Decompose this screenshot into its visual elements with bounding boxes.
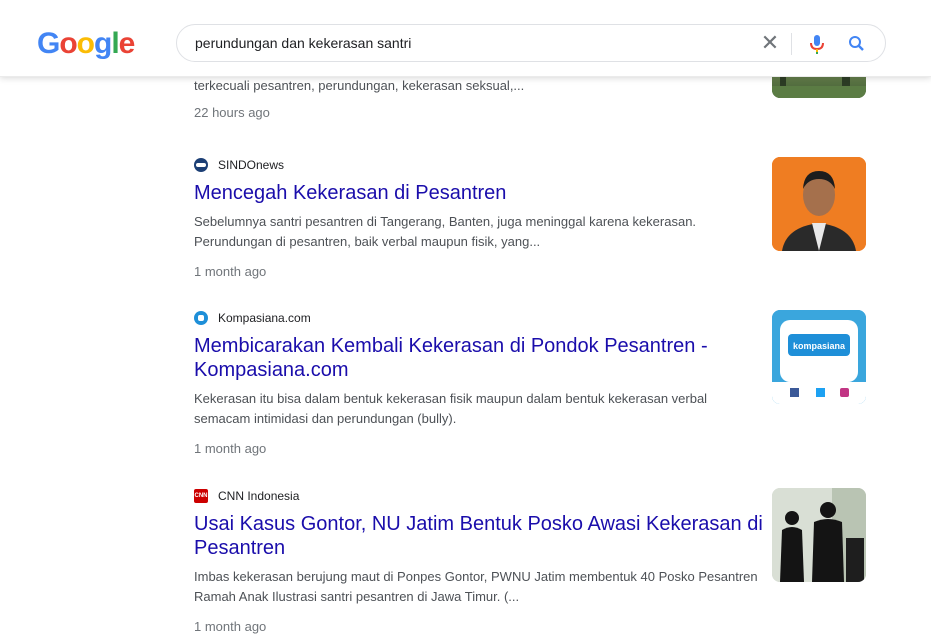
- result-time: 1 month ago: [194, 441, 267, 456]
- result-thumbnail[interactable]: kompasiana: [772, 310, 866, 404]
- search-icon[interactable]: [847, 33, 867, 55]
- result-title-link[interactable]: Membicarakan Kembali Kekerasan di Pondok…: [194, 334, 764, 382]
- result-snippet: Sebelumnya santri pesantren di Tangerang…: [194, 214, 697, 249]
- search-result: CNN CNN Indonesia Usai Kasus Gontor, NU …: [194, 488, 764, 637]
- result-source-name: Kompasiana.com: [218, 311, 311, 325]
- sindonews-favicon-icon: [194, 158, 208, 172]
- cnn-favicon-text: CNN: [194, 493, 208, 499]
- result-time: 1 month ago: [194, 264, 267, 279]
- result-title-link[interactable]: Usai Kasus Gontor, NU Jatim Bentuk Posko…: [194, 512, 764, 560]
- close-icon[interactable]: ✕: [759, 32, 781, 54]
- kompasiana-logo-image: kompasiana: [772, 310, 866, 404]
- result-thumbnail[interactable]: [772, 488, 866, 582]
- search-result: Kompasiana.com Membicarakan Kembali Keke…: [194, 310, 764, 459]
- person-portrait-image: [772, 157, 866, 251]
- top-bar: Google ✕: [0, 0, 931, 77]
- kompasiana-favicon-icon: [194, 311, 208, 325]
- logo-letter: o: [59, 27, 77, 60]
- logo-letter: o: [76, 27, 95, 60]
- result-time: 1 month ago: [194, 619, 267, 634]
- result-thumbnail[interactable]: [772, 157, 866, 251]
- result-snippet: Imbas kekerasan berujung maut di Ponpes …: [194, 569, 758, 604]
- result-source[interactable]: SINDOnews: [194, 157, 764, 173]
- logo-letter: e: [118, 27, 136, 60]
- cnn-favicon-icon: CNN: [194, 489, 208, 503]
- microphone-icon[interactable]: [809, 33, 825, 55]
- thumb-brand-text: kompasiana: [793, 341, 846, 351]
- logo-letter: l: [111, 27, 119, 60]
- result-source-name: CNN Indonesia: [218, 489, 300, 503]
- silhouettes-image: [772, 488, 866, 582]
- search-result: SINDOnews Mencegah Kekerasan di Pesantre…: [194, 157, 764, 282]
- result-source[interactable]: Kompasiana.com: [194, 310, 764, 326]
- search-input[interactable]: [195, 33, 735, 53]
- search-box: ✕: [176, 24, 886, 62]
- partial-result-time: 22 hours ago: [194, 105, 270, 120]
- result-source-name: SINDOnews: [218, 158, 285, 172]
- result-title-link[interactable]: Mencegah Kekerasan di Pesantren: [194, 181, 764, 205]
- result-source[interactable]: CNN CNN Indonesia: [194, 488, 764, 504]
- logo-letter: G: [37, 27, 60, 60]
- google-logo[interactable]: Google: [37, 26, 136, 62]
- divider: [791, 33, 792, 55]
- result-snippet: Kekerasan itu bisa dalam bentuk kekerasa…: [194, 391, 708, 426]
- logo-letter: g: [94, 27, 112, 60]
